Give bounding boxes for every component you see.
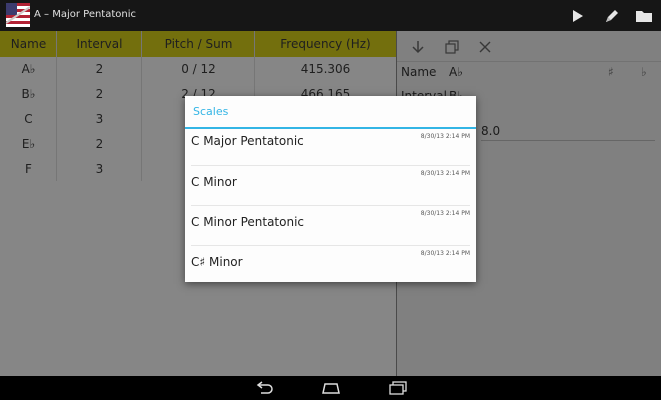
home-button[interactable] [320,380,342,396]
folder-icon [636,11,652,22]
open-folder-button[interactable] [632,4,656,28]
scale-name: C Minor [191,175,237,189]
app-title: A – Major Pentatonic [34,9,137,20]
home-icon [322,383,340,394]
dialog-title: Scales [193,105,229,118]
flag-logo-icon [6,3,30,27]
scales-dialog: Scales C Major Pentatonic 8/30/13 2:14 P… [185,96,476,282]
play-button[interactable] [566,4,590,28]
list-item[interactable]: C Minor 8/30/13 2:14 PM [185,166,476,206]
scale-name: C Minor Pentatonic [191,215,305,229]
recents-button[interactable] [387,380,409,396]
scale-date: 8/30/13 2:14 PM [420,210,470,217]
scale-name: C Major Pentatonic [191,134,304,148]
scale-date: 8/30/13 2:14 PM [420,170,470,177]
list-item[interactable]: C Major Pentatonic 8/30/13 2:14 PM [185,129,476,166]
play-icon [573,10,583,22]
edit-button[interactable] [600,4,624,28]
pencil-icon [606,10,618,22]
action-bar: A – Major Pentatonic [0,0,661,31]
navigation-bar [0,376,661,400]
back-icon [256,381,273,394]
recents-icon [389,381,407,395]
list-item[interactable]: C♯ Minor 8/30/13 2:14 PM [185,246,476,282]
scale-date: 8/30/13 2:14 PM [420,250,470,257]
back-button[interactable] [253,380,275,396]
scale-date: 8/30/13 2:14 PM [420,133,470,140]
scale-name: C♯ Minor [191,255,243,269]
list-item[interactable]: C Minor Pentatonic 8/30/13 2:14 PM [185,206,476,246]
